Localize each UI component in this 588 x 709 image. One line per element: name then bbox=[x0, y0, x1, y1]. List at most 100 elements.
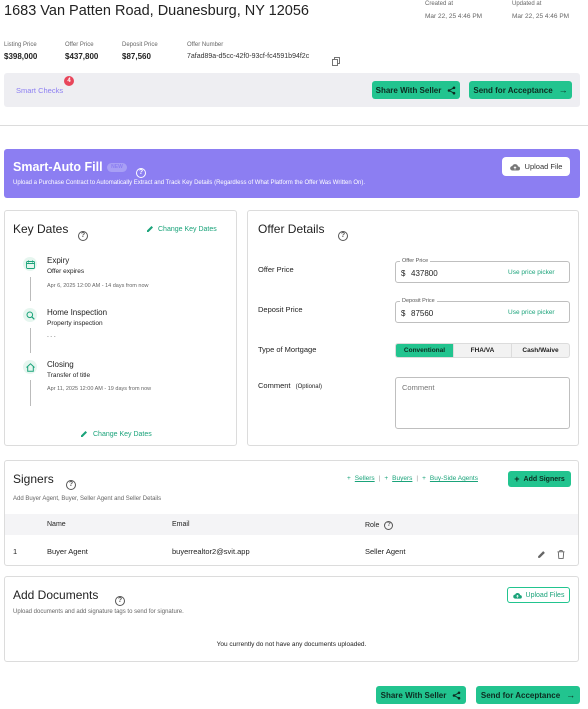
row-role: Seller Agent bbox=[365, 547, 406, 556]
upload-file-label: Upload File bbox=[524, 162, 563, 171]
inspection-icon bbox=[23, 308, 37, 322]
help-icon[interactable]: ? bbox=[66, 473, 76, 491]
upload-files-label: Upload Files bbox=[525, 591, 565, 599]
send-label: Send for Acceptance bbox=[480, 690, 561, 700]
footer-share-with-seller-button[interactable]: Share With Seller bbox=[376, 686, 466, 704]
deposit-price-value: $87,560 bbox=[122, 52, 151, 61]
role-label: Role bbox=[365, 522, 380, 529]
use-price-picker-link[interactable]: Use price picker bbox=[508, 309, 555, 316]
separator: | bbox=[378, 475, 381, 482]
smart-fill-title: Smart-Auto Fill bbox=[13, 160, 103, 174]
send-label: Send for Acceptance bbox=[473, 85, 553, 95]
row-name: Buyer Agent bbox=[47, 547, 88, 556]
divider bbox=[0, 125, 588, 126]
sellers-link[interactable]: Sellers bbox=[355, 475, 375, 482]
signers-subtitle: Add Buyer Agent, Buyer, Seller Agent and… bbox=[13, 496, 162, 502]
column-header-name: Name bbox=[47, 521, 66, 528]
pencil-icon bbox=[81, 431, 87, 437]
plus-icon: + bbox=[422, 475, 426, 482]
offer-price-float-label: Offer Price bbox=[400, 258, 431, 264]
column-header-email: Email bbox=[172, 521, 190, 528]
key-date-name: Expiry bbox=[47, 256, 70, 265]
footer-send-for-acceptance-button[interactable]: Send for Acceptance → bbox=[476, 686, 580, 704]
comment-label: Comment (Optional) bbox=[258, 381, 322, 390]
help-icon[interactable]: ? bbox=[338, 224, 348, 242]
key-date-date: Apr 6, 2025 12:00 AM - 14 days from now bbox=[47, 283, 149, 289]
share-label: Share With Seller bbox=[375, 85, 442, 95]
change-key-dates-bottom-link[interactable]: Change Key Dates bbox=[80, 430, 152, 438]
comment-textarea[interactable] bbox=[395, 377, 570, 429]
help-icon[interactable]: ? bbox=[136, 161, 146, 179]
row-index: 1 bbox=[13, 547, 18, 556]
help-icon[interactable]: ? bbox=[115, 589, 125, 607]
offer-number-label: Offer Number bbox=[187, 42, 224, 48]
share-label: Share With Seller bbox=[380, 690, 447, 700]
new-badge: NEW bbox=[107, 163, 127, 172]
edit-icon[interactable] bbox=[537, 546, 546, 564]
smart-checks-badge: 4 bbox=[64, 76, 74, 86]
buy-side-agents-link[interactable]: Buy-Side Agents bbox=[430, 475, 478, 482]
documents-subtitle: Upload documents and add signature tags … bbox=[13, 609, 184, 615]
separator: | bbox=[416, 475, 419, 482]
smart-fill-subtitle: Upload a Purchase Contract to Automatica… bbox=[13, 180, 366, 186]
delete-icon[interactable] bbox=[557, 546, 565, 564]
offer-price-value: $437,800 bbox=[65, 52, 99, 61]
currency-symbol: $ bbox=[401, 269, 406, 278]
table-row bbox=[5, 537, 578, 564]
arrow-right-icon: → bbox=[566, 690, 576, 700]
page-title: 1683 Van Patten Road, Duanesburg, NY 120… bbox=[4, 3, 309, 19]
buyers-link[interactable]: Buyers bbox=[392, 475, 412, 482]
deposit-price-label: Deposit Price bbox=[122, 42, 158, 48]
mortgage-option-fha-va[interactable]: FHA/VA bbox=[453, 344, 511, 357]
cloud-upload-icon bbox=[512, 592, 522, 599]
share-with-seller-button[interactable]: Share With Seller bbox=[372, 81, 460, 99]
mortgage-type-toggle: Conventional FHA/VA Cash/Waive bbox=[395, 343, 570, 358]
offer-price-label: Offer Price bbox=[65, 42, 94, 48]
key-date-desc: Offer expires bbox=[47, 268, 85, 275]
key-date-date: Apr 11, 2025 12:00 AM - 19 days from now bbox=[47, 386, 152, 392]
offer-number-value: 7afad89a-d5cc-42f0-93cf-fc4591b94f2c bbox=[187, 53, 310, 60]
change-key-dates-label: Change Key Dates bbox=[93, 430, 152, 438]
home-key-icon bbox=[23, 360, 37, 374]
arrow-right-icon: → bbox=[558, 85, 568, 95]
offer-details-title: Offer Details bbox=[258, 222, 325, 236]
documents-title: Add Documents bbox=[13, 588, 99, 602]
help-icon[interactable]: ? bbox=[78, 224, 88, 242]
table-header bbox=[5, 514, 578, 535]
key-date-name: Home Inspection bbox=[47, 308, 108, 317]
key-dates-title: Key Dates bbox=[13, 222, 69, 236]
mortgage-option-cash-waive[interactable]: Cash/Waive bbox=[511, 344, 569, 357]
mortgage-option-conventional[interactable]: Conventional bbox=[396, 344, 453, 357]
upload-files-button[interactable]: Upload Files bbox=[507, 587, 570, 603]
offer-price-field-label: Offer Price bbox=[258, 265, 294, 274]
key-date-name: Closing bbox=[47, 360, 74, 369]
deposit-price-value: 87560 bbox=[411, 309, 434, 318]
signers-title: Signers bbox=[13, 472, 54, 486]
listing-price-label: Listing Price bbox=[4, 42, 37, 48]
upload-file-button[interactable]: Upload File bbox=[502, 157, 570, 176]
signer-links: + Sellers | + Buyers | + Buy-Side Agents bbox=[347, 475, 478, 482]
plus-icon: + bbox=[514, 474, 520, 484]
created-label: Created at bbox=[425, 1, 454, 7]
change-key-dates-link[interactable]: Change Key Dates bbox=[146, 225, 217, 233]
mortgage-type-label: Type of Mortgage bbox=[258, 345, 317, 354]
plus-icon: + bbox=[347, 475, 351, 482]
share-icon bbox=[448, 86, 456, 94]
timeline-line bbox=[30, 380, 31, 406]
smart-checks-tab[interactable]: Smart Checks bbox=[16, 86, 63, 95]
updated-label: Updated at bbox=[512, 1, 542, 7]
timeline-line bbox=[30, 277, 31, 301]
timeline-line bbox=[30, 328, 31, 353]
help-icon[interactable]: ? bbox=[384, 521, 394, 530]
row-email: buyerrealtor2@svit.app bbox=[172, 547, 250, 556]
copy-icon[interactable] bbox=[332, 53, 340, 66]
pencil-icon bbox=[147, 226, 153, 232]
share-icon bbox=[453, 691, 461, 699]
comment-optional: (Optional) bbox=[295, 384, 322, 390]
send-for-acceptance-button[interactable]: Send for Acceptance → bbox=[469, 81, 572, 99]
use-price-picker-link[interactable]: Use price picker bbox=[508, 269, 555, 276]
add-signers-button[interactable]: + Add Signers bbox=[508, 471, 571, 487]
offer-price-value: 437800 bbox=[411, 269, 438, 278]
created-value: Mar 22, 25 4:46 PM bbox=[425, 13, 483, 20]
column-header-role: Role ? bbox=[365, 521, 394, 530]
